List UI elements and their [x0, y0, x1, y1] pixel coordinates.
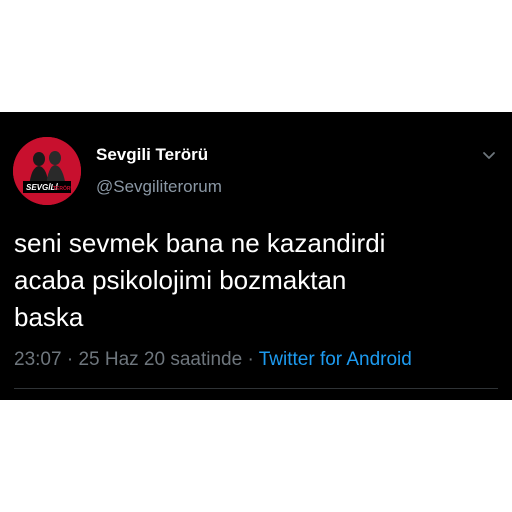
meta-separator: ·	[247, 349, 254, 370]
chevron-down-icon[interactable]	[480, 149, 498, 163]
display-name[interactable]: Sevgili Terörü	[96, 145, 208, 165]
svg-text:TERÖRÜ: TERÖRÜ	[53, 185, 75, 192]
tweet-card[interactable]: SEVGİLİ TERÖRÜ Sevgili Terörü @Sevgilite…	[0, 112, 512, 400]
avatar[interactable]: SEVGİLİ TERÖRÜ	[13, 137, 81, 205]
tweet-text: seni sevmek bana ne kazandirdi acaba psi…	[14, 225, 494, 336]
tweet-meta: 23:07 · 25 Haz 20 saatinde · Twitter for…	[14, 349, 412, 371]
tweet-source-link[interactable]: Twitter for Android	[259, 349, 412, 370]
divider	[14, 388, 498, 389]
tweet-text-line: acaba psikolojimi bozmaktan	[14, 265, 347, 295]
user-handle[interactable]: @Sevgiliterorum	[96, 177, 222, 197]
tweet-text-line: seni sevmek bana ne kazandirdi	[14, 228, 386, 258]
tweet-text-line: baska	[14, 302, 84, 332]
avatar-logo-image: SEVGİLİ TERÖRÜ	[13, 137, 81, 205]
tweet-date[interactable]: 25 Haz 20 saatinde	[78, 349, 242, 370]
meta-separator: ·	[66, 349, 74, 370]
tweet-time[interactable]: 23:07	[14, 349, 62, 370]
